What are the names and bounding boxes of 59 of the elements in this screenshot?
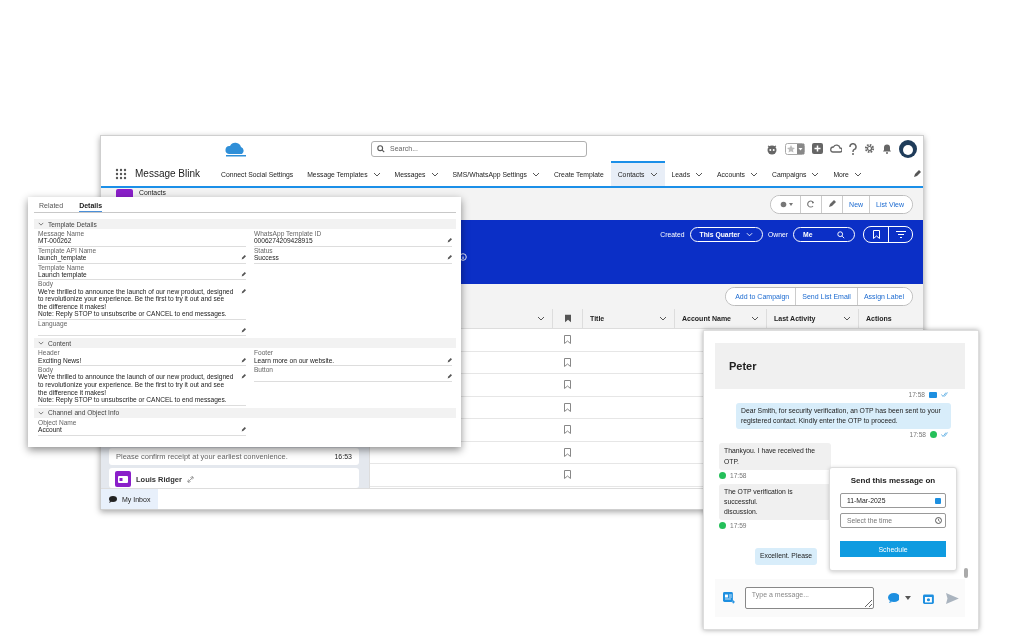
favorites-icon[interactable]: [785, 142, 805, 155]
cloud-icon[interactable]: [830, 143, 842, 154]
pencil-icon: [828, 200, 837, 208]
search-icon: [377, 144, 385, 153]
bookmark-icon[interactable]: [563, 470, 571, 480]
bell-icon[interactable]: [882, 143, 892, 154]
bookmark-icon[interactable]: [563, 335, 571, 345]
avatar-icon[interactable]: [899, 139, 917, 158]
bookmark-icon[interactable]: [563, 357, 571, 367]
edit-icon[interactable]: [240, 328, 246, 334]
chevron-down-icon: [745, 232, 753, 237]
chat-icon: [109, 495, 117, 503]
edit-icon[interactable]: [913, 170, 921, 178]
bookmark-icon[interactable]: [563, 425, 571, 435]
edit-icon[interactable]: [240, 426, 246, 432]
settings-icon[interactable]: [864, 143, 875, 154]
app-name: Message Blink: [135, 168, 201, 179]
contact-name: Peter: [729, 360, 757, 372]
app-launcher-icon[interactable]: [115, 167, 127, 180]
chevron-down-icon[interactable]: [372, 172, 381, 177]
refresh-icon: [807, 200, 816, 208]
bookmark-icon: [872, 230, 880, 239]
help-icon[interactable]: [849, 142, 857, 155]
caret-icon[interactable]: [905, 596, 912, 600]
chevron-down-icon[interactable]: [751, 316, 759, 321]
chevron-down-icon[interactable]: [649, 172, 658, 177]
contact-add-icon[interactable]: [723, 592, 735, 604]
edit-icon[interactable]: [240, 271, 246, 277]
bookmark-icon[interactable]: [563, 402, 571, 412]
double-tick-icon: [941, 432, 949, 438]
link-icon: [186, 475, 194, 483]
edit-icon[interactable]: [240, 255, 246, 261]
cloud-logo-icon: [223, 140, 249, 157]
chevron-down-icon[interactable]: [430, 172, 439, 177]
chevron-down-icon[interactable]: [659, 316, 667, 321]
chevron-down-icon[interactable]: [695, 172, 704, 177]
edit-icon[interactable]: [447, 357, 452, 363]
double-tick-icon: [941, 392, 949, 397]
bookmark-icon[interactable]: [563, 447, 571, 457]
search-icon: [837, 230, 845, 239]
edit-icon[interactable]: [447, 374, 452, 380]
chevron-down-icon[interactable]: [750, 172, 758, 177]
bookmark-icon[interactable]: [563, 380, 571, 390]
chevron-down-icon[interactable]: [537, 316, 545, 321]
popover-title: Send this message on: [849, 476, 937, 485]
edit-icon[interactable]: [240, 357, 246, 363]
filter-icon: [895, 231, 906, 238]
chevron-down-icon[interactable]: [531, 172, 540, 177]
chevron-down-icon[interactable]: [853, 172, 862, 177]
clock-icon: [935, 517, 942, 524]
chevron-down-icon[interactable]: [843, 316, 851, 321]
add-icon[interactable]: [812, 143, 823, 154]
edit-icon[interactable]: [447, 255, 452, 261]
sms-chat-icon[interactable]: [887, 593, 900, 603]
bookmark-column-icon: [564, 314, 571, 323]
edit-icon[interactable]: [240, 288, 246, 294]
edit-icon[interactable]: [240, 374, 246, 380]
chevron-down-icon[interactable]: [811, 172, 820, 177]
edit-icon[interactable]: [447, 238, 452, 244]
